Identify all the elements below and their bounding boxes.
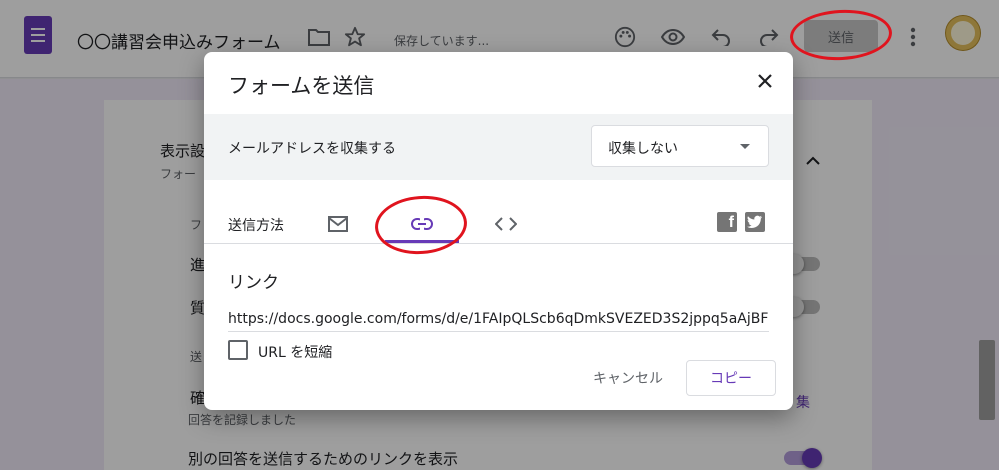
collect-email-value: 収集しない (608, 141, 678, 157)
tab-embed[interactable] (486, 206, 526, 242)
share-url-text: https://docs.google.com/forms/d/e/1FAIpQ… (228, 311, 769, 327)
chevron-down-icon (740, 144, 750, 149)
shorten-url-checkbox[interactable] (228, 340, 248, 360)
twitter-icon[interactable] (745, 212, 765, 232)
tabs-divider (204, 243, 793, 244)
collect-email-row: メールアドレスを収集する 収集しない (204, 114, 793, 180)
collect-email-select[interactable]: 収集しない (591, 125, 769, 167)
copy-button[interactable]: コピー (686, 360, 776, 396)
send-form-dialog: フォームを送信 メールアドレスを収集する 収集しない 送信方法 f リンク ht… (204, 52, 793, 410)
embed-code-icon (495, 217, 517, 231)
link-heading: リンク (228, 273, 279, 293)
tab-email[interactable] (318, 206, 358, 242)
cancel-button[interactable]: キャンセル (582, 360, 674, 396)
email-icon (328, 216, 348, 232)
send-method-label: 送信方法 (228, 218, 284, 234)
share-url-field[interactable]: https://docs.google.com/forms/d/e/1FAIpQ… (228, 308, 769, 332)
dialog-title: フォームを送信 (228, 74, 375, 98)
close-icon[interactable] (752, 68, 778, 94)
collect-email-label: メールアドレスを収集する (228, 141, 396, 157)
shorten-url-label[interactable]: URL を短縮 (258, 342, 332, 362)
facebook-icon[interactable]: f (717, 212, 737, 232)
